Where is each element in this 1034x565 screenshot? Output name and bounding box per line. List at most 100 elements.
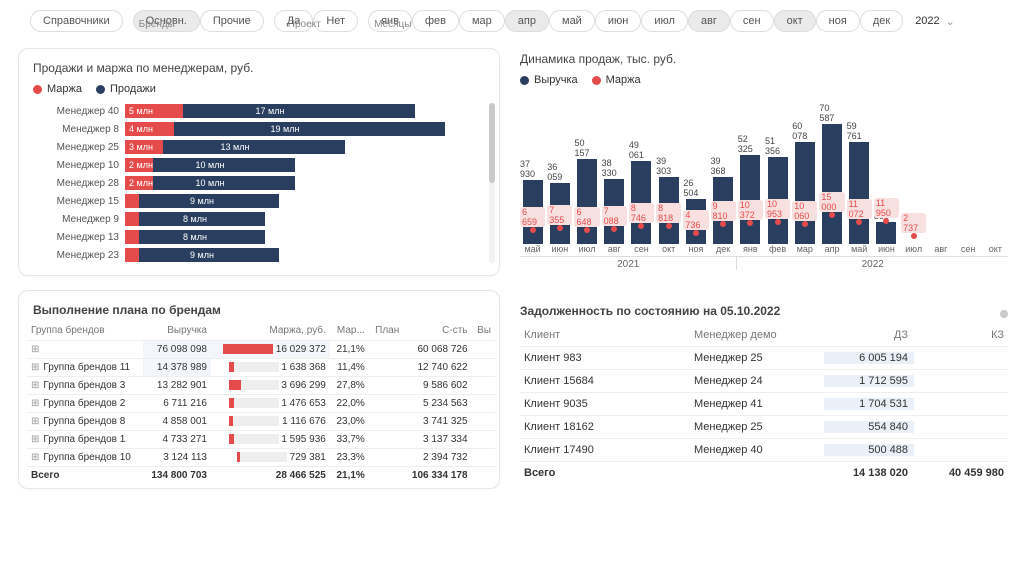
manager-name: Менеджер 25 [33,142,125,153]
dyn-col[interactable]: 50 157 6 648 [574,138,599,244]
margin-bar[interactable] [125,194,139,208]
margin-bar[interactable]: 2 млн [125,176,153,190]
dyn-col[interactable]: 49 061 8 746 [629,140,654,244]
manager-name: Менеджер 10 [33,160,125,171]
dyn-col[interactable]: 36 059 7 355 [547,162,572,244]
month-pill-8[interactable]: сен [730,10,774,32]
margin-point-icon [829,212,835,218]
month-pill-7[interactable]: авг [688,10,730,32]
margin-bar[interactable]: 5 млн [125,104,183,118]
dyn-col[interactable]: 51 356 10 953 [765,136,790,244]
month-pill-11[interactable]: дек [860,10,903,32]
expand-icon[interactable]: ⊞ [31,416,43,427]
expand-icon[interactable]: ⊞ [31,344,43,355]
dyn-col[interactable]: 38 330 7 088 [602,158,627,244]
rev-value: 52 325 [738,134,763,154]
debt-header: КлиентМенеджер демоДЗКЗ [520,324,1008,346]
chevron-down-icon[interactable]: ⌄ [946,15,955,28]
plan-row[interactable]: ⊞Группа брендов 8 4 858 001 1 116 676 23… [27,413,495,431]
manager-row: Менеджер 15 9 млн [33,193,485,209]
plan-row[interactable]: ⊞Группа брендов 10 3 124 113 729 381 23,… [27,449,495,467]
debt-title: Задолженность по состоянию на 05.10.2022 [520,304,780,318]
dyn-col[interactable]: 70 587 15 000 [819,103,844,244]
dyn-col[interactable]: 52 325 10 372 [738,134,763,244]
month-pill-2[interactable]: мар [459,10,505,32]
scroll-thumb[interactable] [489,103,495,183]
margin-value: 11 072 [847,199,872,219]
month-tick: авг [928,244,953,254]
month-pill-1[interactable]: фев [412,10,459,32]
expand-icon[interactable]: ⊞ [31,362,43,373]
month-tick: окт [656,244,681,254]
rev-value: 50 157 [574,138,599,158]
expand-icon[interactable]: ⊞ [31,434,43,445]
expand-icon[interactable]: ⊞ [31,398,43,409]
plan-row[interactable]: ⊞Группа брендов 11 14 378 989 1 638 368 … [27,359,495,377]
month-pill-3[interactable]: апр [505,10,549,32]
rev-legend: Выручка [534,74,578,86]
month-pill-9[interactable]: окт [774,10,816,32]
manager-name: Менеджер 13 [33,232,125,243]
month-tick: июл [901,244,926,254]
margin-value: 8 746 [629,203,654,223]
dyn-col[interactable]: 39 368 9 810 [711,156,736,244]
margin-value: 10 060 [792,201,817,221]
dyn-col[interactable]: 37 930 6 659 [520,159,545,244]
margin-bar[interactable] [125,230,139,244]
brand-pill-1[interactable]: Прочие [200,10,264,32]
margin-value: 4 736 [683,210,708,230]
plan-row[interactable]: ⊞Группа брендов 2 6 711 216 1 476 653 22… [27,395,495,413]
scrollbar[interactable] [489,103,495,263]
expand-icon[interactable]: ⊞ [31,452,43,463]
month-pill-10[interactable]: ноя [816,10,860,32]
mar-legend: Маржа [606,74,641,86]
margin-bar[interactable] [125,248,139,262]
rev-bar [822,124,842,244]
dyn-col[interactable]: 26 504 4 736 [683,178,708,244]
debt-row[interactable]: Клиент 9035Менеджер 411 704 531 [520,392,1008,415]
rev-value: 39 303 [656,156,681,176]
debt-total: Всего14 138 02040 459 980 [520,461,1008,484]
debt-row[interactable]: Клиент 983Менеджер 256 005 194 [520,346,1008,369]
plan-row[interactable]: ⊞Группа брендов 3 13 282 901 3 696 299 2… [27,377,495,395]
manager-name: Менеджер 15 [33,196,125,207]
manager-name: Менеджер 40 [33,106,125,117]
rev-value: 59 761 [847,121,872,141]
margin-point-icon [584,227,590,233]
margin-bar[interactable]: 2 млн [125,158,153,172]
sales-bar[interactable]: 9 млн [125,194,279,208]
dyn-col[interactable]: 60 078 10 060 [792,121,817,244]
dyn-col[interactable]: 59 761 11 072 [847,121,872,244]
year-select[interactable]: 2022 [915,15,939,27]
plan-header: Группа брендов [27,321,143,341]
ref-button[interactable]: Справочники [30,10,123,32]
month-pill-6[interactable]: июл [641,10,688,32]
plan-panel: Выполнение плана по брендам Группа бренд… [18,290,500,489]
dyn-col[interactable]: 39 303 8 818 [656,156,681,244]
debt-row[interactable]: Клиент 15684Менеджер 241 712 595 [520,369,1008,392]
margin-value: 10 953 [765,199,790,219]
manager-name: Менеджер 8 [33,124,125,135]
plan-row[interactable]: ⊞Группа брендов 1 4 733 271 1 595 936 33… [27,431,495,449]
plan-row[interactable]: ⊞ 76 098 098 16 029 372 21,1%60 068 726 [27,341,495,359]
rev-value: 51 356 [765,136,790,156]
sales-bar[interactable]: 8 млн [125,212,265,226]
dyn-col[interactable]: 12 860 11 950 [874,201,899,244]
month-pill-5[interactable]: июн [595,10,641,32]
sales-bar[interactable]: 8 млн [125,230,265,244]
rev-value: 60 078 [792,121,817,141]
plan-header: Мар... [330,321,369,341]
margin-bar[interactable]: 4 млн [125,122,174,136]
rev-value: 49 061 [629,140,654,160]
brands-label: Бренды [139,19,175,30]
expand-icon[interactable]: ⊞ [31,380,43,391]
margin-bar[interactable]: 3 млн [125,140,163,154]
scroll-indicator-icon[interactable] [1000,310,1008,318]
debt-row[interactable]: Клиент 18162Менеджер 25554 840 [520,415,1008,438]
month-pill-4[interactable]: май [549,10,595,32]
year-tick: 2021 [520,257,736,270]
debt-row[interactable]: Клиент 17490Менеджер 40500 488 [520,438,1008,461]
rev-value: 37 930 [520,159,545,179]
margin-bar[interactable] [125,212,139,226]
sales-bar[interactable]: 9 млн [125,248,279,262]
